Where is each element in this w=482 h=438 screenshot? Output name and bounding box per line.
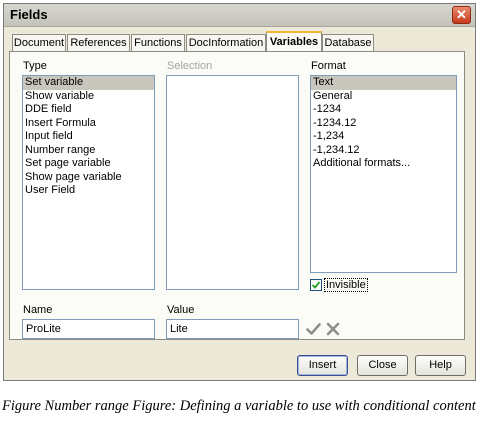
type-item-show-variable[interactable]: Show variable <box>23 90 154 104</box>
type-item-show-page-variable[interactable]: Show page variable <box>23 171 154 185</box>
title-bar: Fields ✕ <box>4 4 475 27</box>
format-item-integer[interactable]: -1234 <box>311 103 456 117</box>
format-label: Format <box>311 60 346 72</box>
value-label: Value <box>167 304 195 316</box>
format-item-text[interactable]: Text <box>311 76 456 90</box>
tab-docinformation[interactable]: DocInformation <box>186 34 266 51</box>
type-listbox[interactable]: Set variable Show variable DDE field Ins… <box>22 75 155 290</box>
invisible-checkbox[interactable] <box>310 279 322 291</box>
type-item-dde-field[interactable]: DDE field <box>23 103 154 117</box>
selection-label: Selection <box>167 60 213 72</box>
type-label: Type <box>23 60 47 72</box>
invisible-label[interactable]: Invisible <box>324 278 368 292</box>
format-item-general[interactable]: General <box>311 90 456 104</box>
cross-icon[interactable] <box>326 322 340 336</box>
format-item-additional-formats[interactable]: Additional formats... <box>311 157 456 171</box>
selection-listbox[interactable] <box>166 75 299 290</box>
tab-database[interactable]: Database <box>322 34 374 51</box>
type-item-set-variable[interactable]: Set variable <box>23 76 154 90</box>
value-input[interactable]: Lite <box>166 319 299 339</box>
tab-document[interactable]: Document <box>12 34 66 51</box>
tab-references[interactable]: References <box>67 34 130 51</box>
name-label: Name <box>23 304 53 316</box>
format-item-thousands[interactable]: -1,234 <box>311 130 456 144</box>
check-icon[interactable] <box>306 322 321 336</box>
tab-variables[interactable]: Variables <box>266 31 322 52</box>
figure-caption: Figure Number range Figure: Defining a v… <box>2 398 476 414</box>
help-button[interactable]: Help <box>415 355 466 376</box>
insert-button[interactable]: Insert <box>297 355 348 376</box>
type-item-user-field[interactable]: User Field <box>23 184 154 198</box>
format-item-thousands-decimal[interactable]: -1,234.12 <box>311 144 456 158</box>
type-item-number-range[interactable]: Number range <box>23 144 154 158</box>
close-icon[interactable]: ✕ <box>452 6 471 24</box>
dialog-title: Fields <box>10 7 48 22</box>
format-item-decimal[interactable]: -1234.12 <box>311 117 456 131</box>
close-button[interactable]: Close <box>357 355 408 376</box>
tab-functions[interactable]: Functions <box>131 34 185 51</box>
format-listbox[interactable]: Text General -1234 -1234.12 -1,234 -1,23… <box>310 75 457 273</box>
type-item-set-page-variable[interactable]: Set page variable <box>23 157 154 171</box>
name-input[interactable]: ProLite <box>22 319 155 339</box>
type-item-input-field[interactable]: Input field <box>23 130 154 144</box>
checkmark-icon <box>311 281 321 289</box>
type-item-insert-formula[interactable]: Insert Formula <box>23 117 154 131</box>
